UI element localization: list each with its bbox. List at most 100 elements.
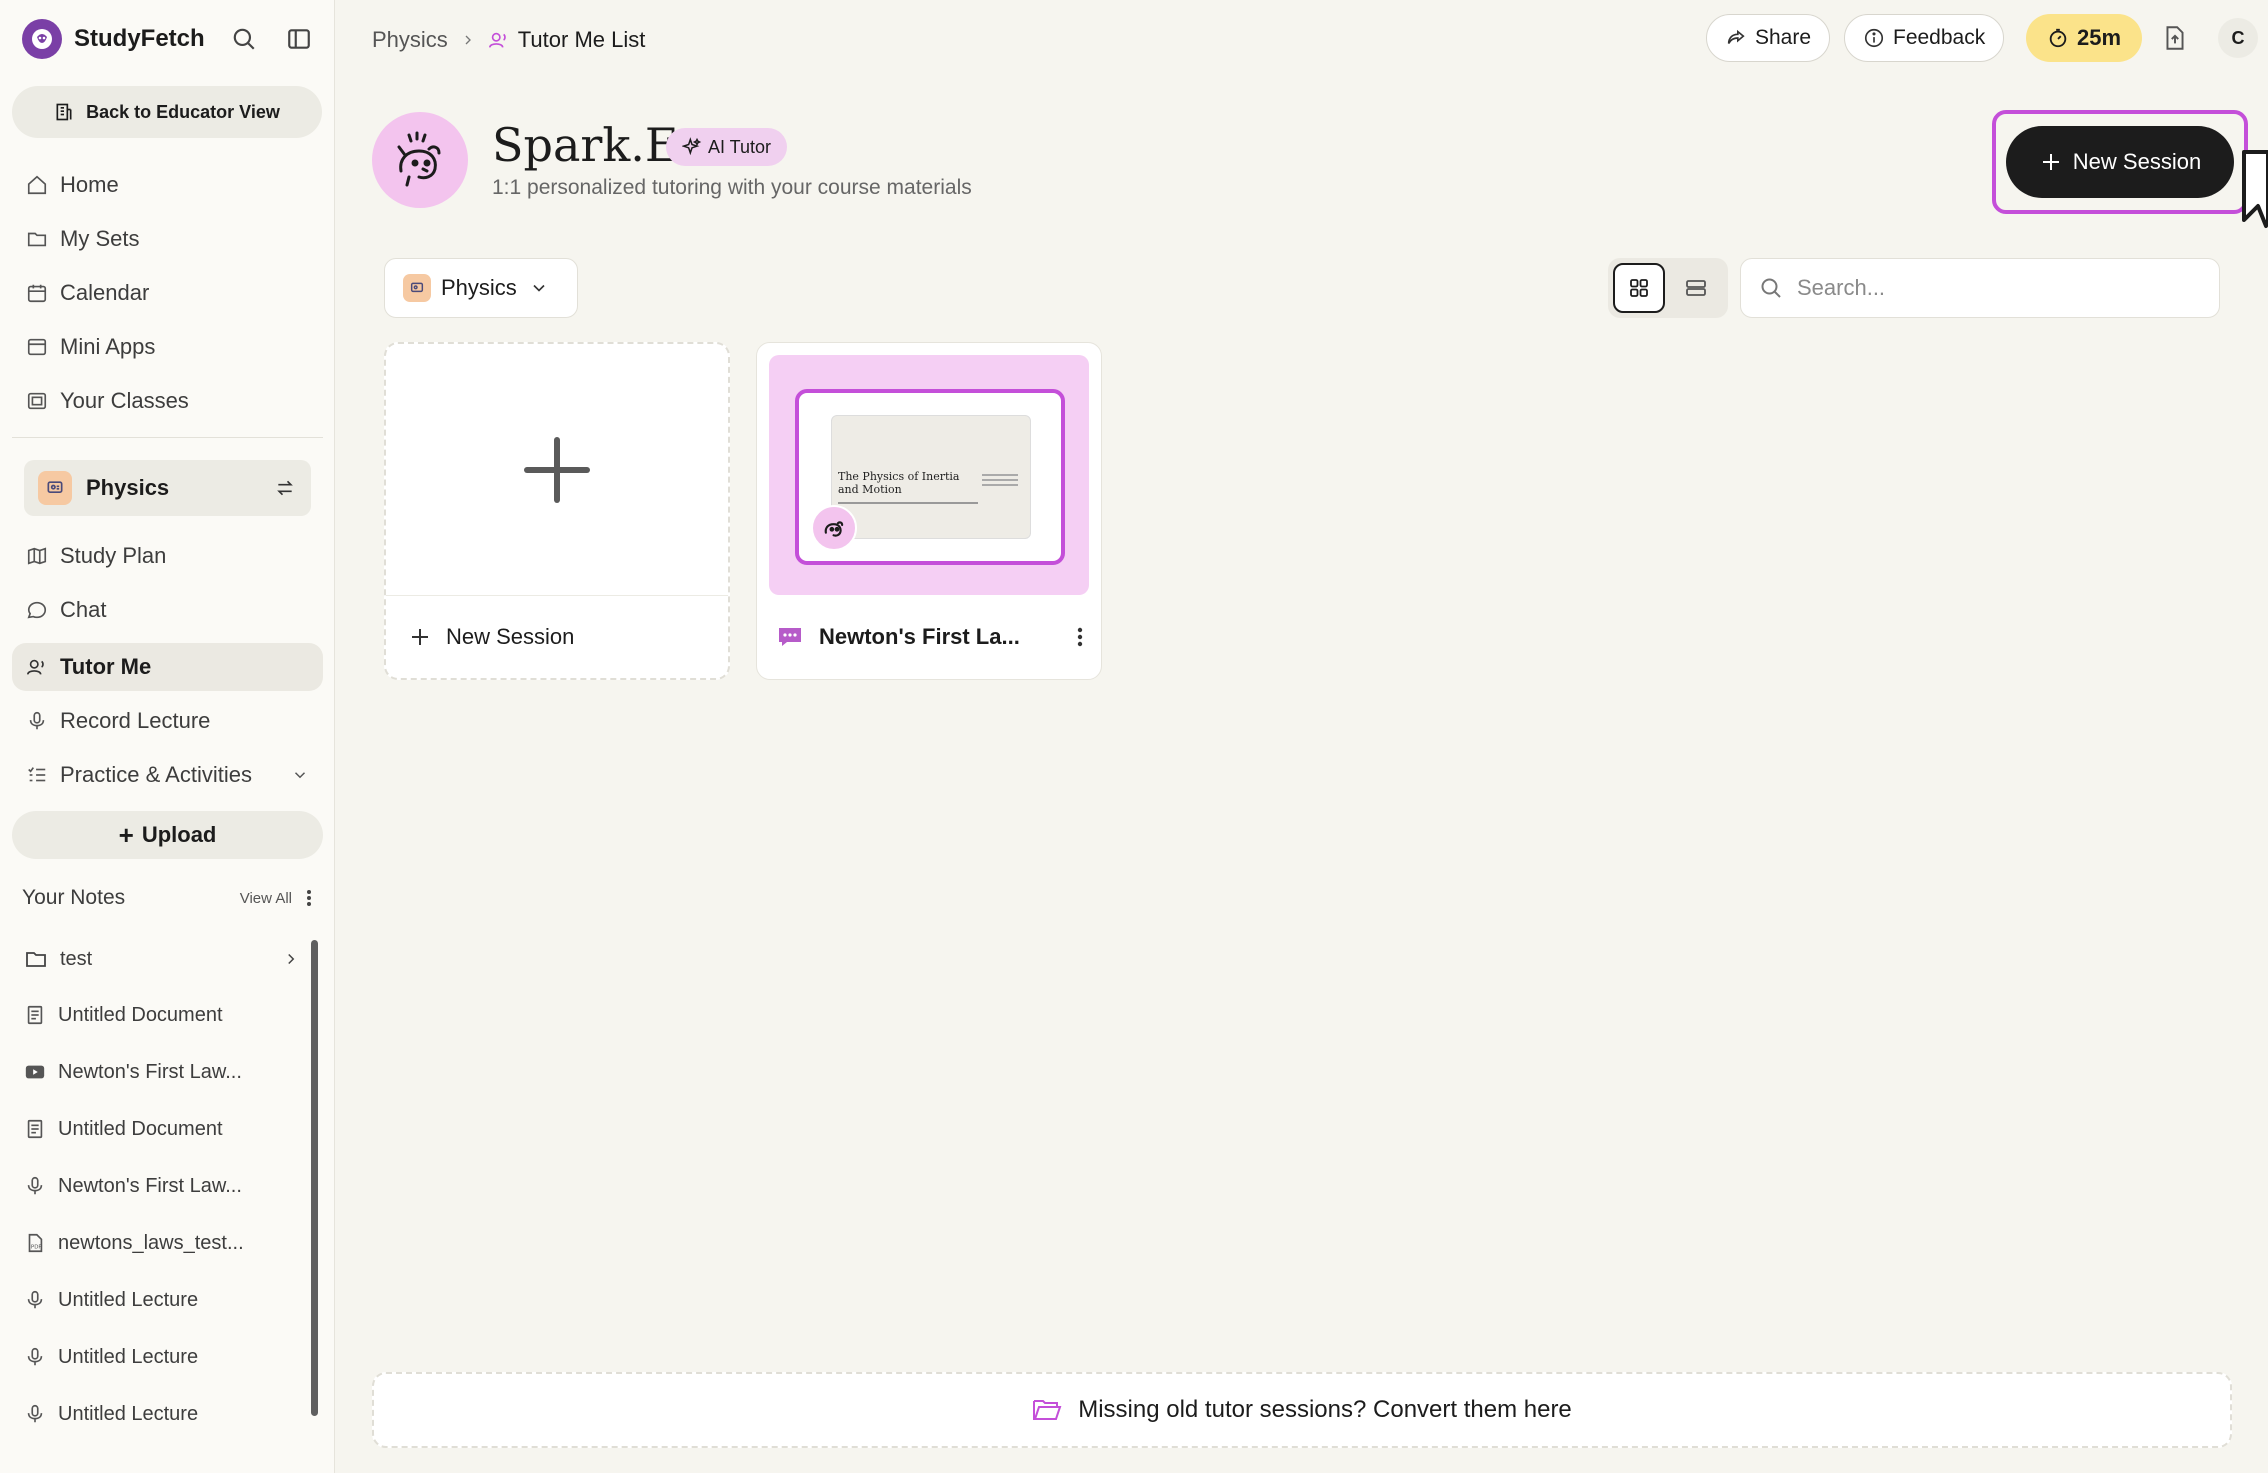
info-icon	[1864, 28, 1884, 48]
swap-icon[interactable]	[275, 478, 295, 498]
view-toggle	[1608, 258, 1728, 318]
back-to-educator-button[interactable]: Back to Educator View	[12, 86, 322, 138]
nav-my-sets[interactable]: My Sets	[12, 215, 323, 263]
sidebar-divider	[12, 437, 323, 438]
class-name: Physics	[86, 475, 170, 500]
class-filter-dropdown[interactable]: Physics	[384, 258, 578, 318]
back-label: Back to Educator View	[86, 101, 280, 122]
user-avatar[interactable]: C	[2218, 18, 2258, 58]
note-label: newtons_laws_test...	[58, 1231, 244, 1254]
note-item[interactable]: Untitled Lecture	[24, 1334, 304, 1380]
session-card[interactable]: The Physics of Inertia and Motion Newton…	[756, 342, 1102, 680]
notes-scrollbar[interactable]	[311, 940, 318, 1416]
brand[interactable]: StudyFetch	[22, 18, 205, 60]
microphone-icon	[27, 1347, 43, 1366]
list-icon	[1686, 280, 1706, 296]
checklist-icon	[28, 767, 46, 782]
note-item[interactable]: Untitled Document	[24, 1106, 304, 1152]
nav-label: Mini Apps	[60, 334, 156, 359]
building-icon	[56, 103, 72, 121]
tutor-subtitle: 1:1 personalized tutoring with your cour…	[492, 176, 972, 199]
class-badge-icon	[38, 471, 72, 505]
new-session-plus-area[interactable]	[386, 344, 728, 596]
nav-chat[interactable]: Chat	[12, 586, 323, 634]
grid-icon	[1630, 279, 1648, 297]
ai-tutor-badge: AI Tutor	[666, 128, 788, 166]
note-item[interactable]: test	[24, 936, 304, 982]
search-box	[1740, 258, 2220, 318]
list-view-button[interactable]	[1670, 263, 1722, 313]
timer-button[interactable]: 25m	[2026, 14, 2142, 62]
search-input[interactable]	[1797, 275, 2197, 301]
nav-your-classes[interactable]: Your Classes	[12, 377, 323, 425]
new-session-card-footer[interactable]: New Session	[386, 596, 728, 678]
plus-icon	[524, 436, 590, 503]
document-icon	[27, 1005, 43, 1025]
session-title[interactable]: Newton's First La...	[819, 624, 1029, 650]
notes-title: Your Notes	[22, 886, 126, 909]
note-item[interactable]: Untitled Document	[24, 992, 304, 1038]
class-switcher[interactable]: Physics	[24, 460, 311, 516]
search-icon[interactable]	[229, 24, 259, 54]
class-badge-icon	[403, 274, 431, 302]
feedback-label: Feedback	[1893, 26, 1986, 49]
note-label: Untitled Lecture	[58, 1288, 199, 1311]
new-session-label: New Session	[2072, 149, 2202, 174]
feedback-button[interactable]: Feedback	[1844, 14, 2005, 62]
pdf-icon: PDF	[28, 1233, 43, 1253]
brand-name: StudyFetch	[74, 25, 205, 52]
ai-tutor-label: AI Tutor	[708, 136, 772, 157]
nav-calendar[interactable]: Calendar	[12, 269, 323, 317]
nav-label: My Sets	[60, 226, 140, 251]
tutor-name: Spark.E	[492, 118, 679, 172]
convert-old-sessions-banner[interactable]: Missing old tutor sessions? Convert them…	[372, 1372, 2232, 1448]
microphone-icon	[27, 1290, 43, 1309]
sparkle-icon	[682, 137, 702, 156]
chevron-right-icon[interactable]	[282, 950, 300, 968]
more-vertical-icon[interactable]	[1077, 626, 1083, 648]
chat-message-icon	[779, 628, 801, 646]
window-icon	[27, 338, 47, 356]
new-session-card[interactable]: New Session	[384, 342, 730, 680]
nav-study-plan[interactable]: Study Plan	[12, 532, 323, 580]
nav-label: Practice & Activities	[60, 762, 252, 787]
nav-tutor-me[interactable]: Tutor Me	[12, 643, 323, 691]
new-session-button[interactable]: New Session	[2006, 126, 2234, 198]
nav-label: Your Classes	[60, 388, 189, 413]
session-thumbnail[interactable]: The Physics of Inertia and Motion	[769, 355, 1089, 595]
export-file-icon[interactable]	[2162, 24, 2188, 57]
grid-view-button[interactable]	[1613, 263, 1665, 313]
calendar-icon	[27, 284, 47, 303]
nav-practice-activities[interactable]: Practice & Activities	[12, 751, 323, 799]
classes-icon	[27, 392, 47, 410]
note-item[interactable]: Untitled Lecture	[24, 1391, 304, 1437]
more-vertical-icon[interactable]	[306, 888, 312, 908]
spark-e-mini-avatar-icon	[811, 505, 857, 551]
note-label: Newton's First Law...	[58, 1174, 242, 1197]
folder-icon	[26, 952, 46, 967]
timer-label: 25m	[2076, 25, 2122, 50]
share-button[interactable]: Share	[1706, 14, 1831, 62]
search-icon	[1761, 278, 1781, 298]
upload-button[interactable]: + Upload	[12, 811, 323, 859]
nav-record-lecture[interactable]: Record Lecture	[12, 697, 323, 745]
note-item[interactable]: Untitled Lecture	[24, 1277, 304, 1323]
class-filter-label: Physics	[441, 275, 517, 300]
nav-home[interactable]: Home	[12, 161, 323, 209]
session-card-footer: Newton's First La...	[757, 595, 1101, 679]
note-item[interactable]: PDF newtons_laws_test...	[24, 1220, 304, 1266]
nav-label: Record Lecture	[60, 708, 211, 733]
note-item[interactable]: Newton's First Law...	[24, 1163, 304, 1209]
nav-label: Home	[60, 172, 119, 197]
share-label: Share	[1755, 26, 1812, 49]
new-session-card-label: New Session	[446, 624, 575, 649]
chat-bubble-icon	[27, 601, 47, 619]
breadcrumb-physics[interactable]: Physics	[372, 27, 448, 53]
nav-mini-apps[interactable]: Mini Apps	[12, 323, 323, 371]
nav-label: Study Plan	[60, 543, 167, 568]
note-item[interactable]: Newton's First Law...	[24, 1049, 304, 1095]
notes-view-all-link[interactable]: View All	[240, 890, 292, 907]
main-content: Physics Tutor Me List Share Feedback 25m…	[336, 0, 2268, 1473]
tutor-icon	[27, 659, 44, 675]
sidebar-toggle-icon[interactable]	[284, 24, 314, 54]
